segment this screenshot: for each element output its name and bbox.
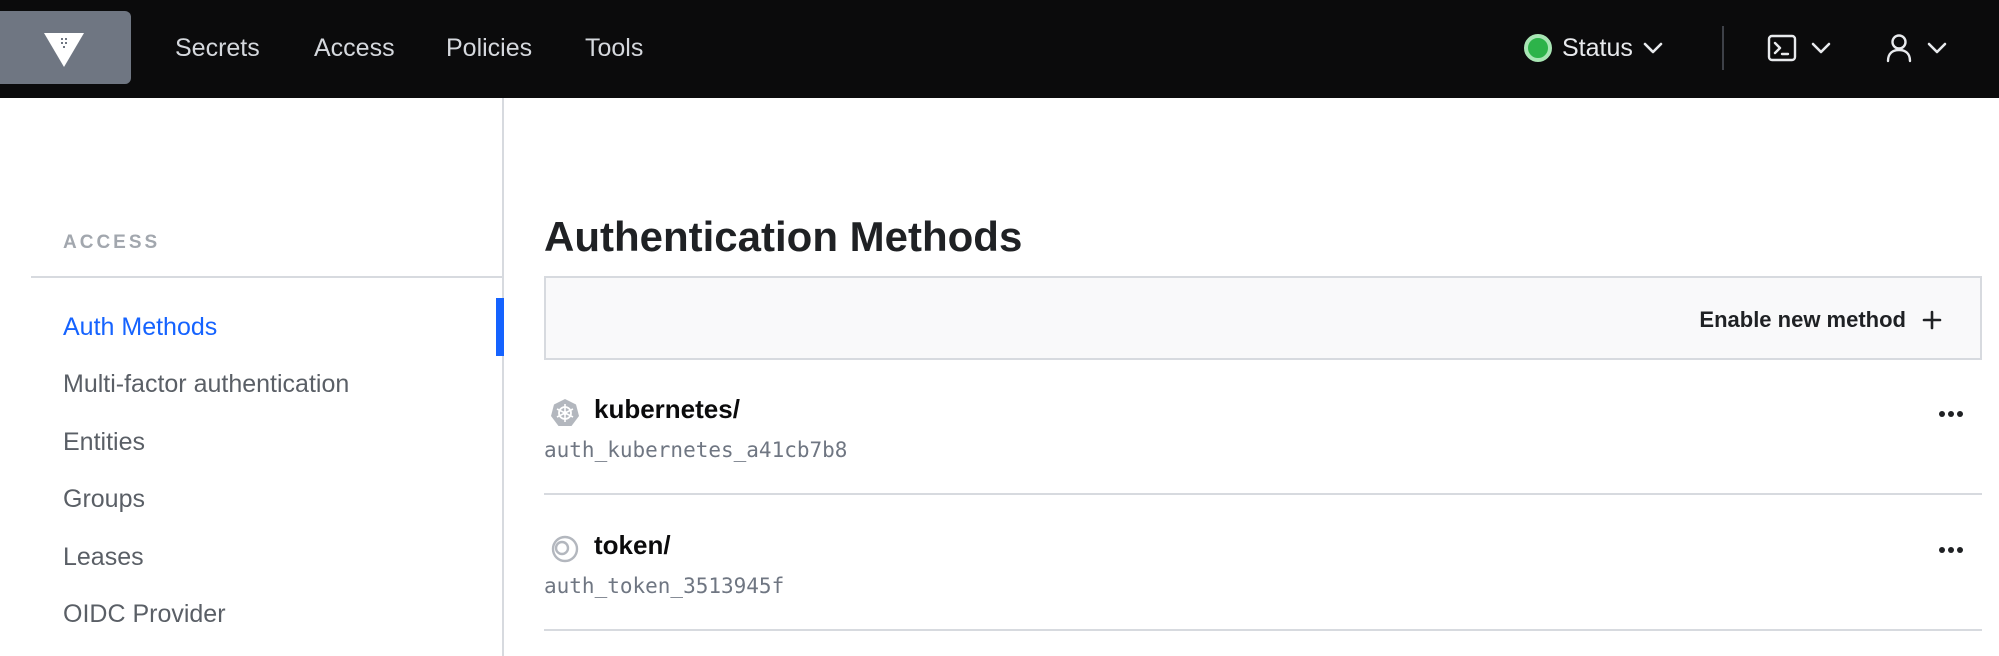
toolbar: Enable new method — [544, 276, 1982, 360]
sidebar-heading: ACCESS — [63, 232, 161, 253]
active-indicator — [496, 298, 504, 356]
kubernetes-icon — [551, 399, 579, 426]
sidebar-item-mfa[interactable]: Multi-factor authentication — [63, 364, 349, 404]
vault-logo-icon — [44, 33, 84, 67]
more-options-icon[interactable] — [1938, 546, 1964, 554]
chevron-down-icon — [1643, 42, 1663, 54]
terminal-icon — [1767, 34, 1797, 62]
sidebar-item-oidc-provider[interactable]: OIDC Provider — [63, 594, 226, 634]
top-navigation-bar: Secrets Access Policies Tools Status — [0, 0, 1999, 98]
header-divider — [1722, 26, 1724, 70]
auth-method-accessor: auth_token_3513945f — [544, 574, 785, 598]
status-label: Status — [1562, 33, 1633, 62]
status-menu-button[interactable]: Status — [1524, 28, 1663, 68]
enable-new-method-label: Enable new method — [1699, 307, 1906, 332]
console-menu-button[interactable] — [1767, 28, 1831, 68]
auth-method-path[interactable]: kubernetes/ — [594, 394, 740, 425]
user-menu-button[interactable] — [1885, 28, 1947, 68]
sidebar-item-groups[interactable]: Groups — [63, 479, 145, 519]
auth-method-row[interactable]: token/ auth_token_3513945f — [544, 496, 1982, 631]
nav-secrets-link[interactable]: Secrets — [175, 30, 260, 66]
nav-access-link[interactable]: Access — [314, 30, 395, 66]
chevron-down-icon — [1811, 42, 1831, 54]
enable-new-method-button[interactable]: Enable new method — [1699, 302, 1942, 338]
auth-method-path[interactable]: token/ — [594, 530, 671, 561]
sidebar-item-auth-methods[interactable]: Auth Methods — [63, 307, 217, 347]
page-title: Authentication Methods — [544, 213, 1023, 260]
more-options-icon[interactable] — [1938, 410, 1964, 418]
sidebar-item-leases[interactable]: Leases — [63, 537, 144, 577]
token-icon — [551, 535, 579, 563]
vault-logo-button[interactable] — [0, 11, 131, 84]
auth-method-row[interactable]: kubernetes/ auth_kubernetes_a41cb7b8 — [544, 360, 1982, 495]
chevron-down-icon — [1927, 42, 1947, 54]
plus-icon — [1922, 310, 1942, 330]
sidebar: ACCESS Auth Methods Multi-factor authent… — [0, 98, 504, 656]
sidebar-item-entities[interactable]: Entities — [63, 422, 145, 462]
auth-method-accessor: auth_kubernetes_a41cb7b8 — [544, 438, 848, 462]
status-ok-icon — [1524, 34, 1552, 62]
user-icon — [1886, 34, 1912, 63]
nav-tools-link[interactable]: Tools — [585, 30, 643, 66]
sidebar-divider — [31, 276, 504, 278]
nav-policies-link[interactable]: Policies — [446, 30, 532, 66]
